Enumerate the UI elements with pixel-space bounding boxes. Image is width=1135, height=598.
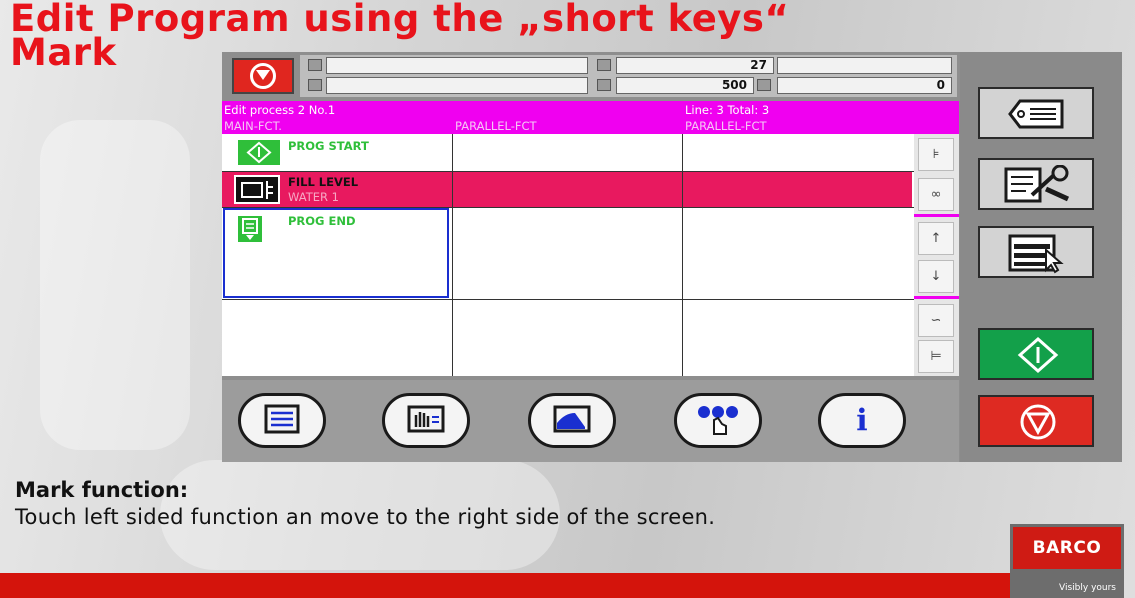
process-label: Edit process 2 No.1	[224, 103, 336, 117]
hand-select-button[interactable]	[382, 393, 470, 448]
scroll-top-button[interactable]: ⊧	[918, 138, 954, 171]
curve-icon	[551, 403, 593, 439]
touch-dots-button[interactable]	[674, 393, 762, 448]
readout-field	[777, 57, 952, 74]
scroll-unlink-button[interactable]: ∽	[918, 304, 954, 337]
counter-icon	[308, 59, 322, 71]
emergency-stop-indicator[interactable]	[232, 58, 294, 94]
tag-icon	[1008, 99, 1064, 129]
editor-header: Edit process 2 No.1 Line: 3 Total: 3 MAI…	[222, 101, 959, 134]
status-readouts: 27 500 0	[300, 55, 957, 97]
function-label[interactable]: PROG END	[288, 214, 356, 228]
program-editor: PROG START FILL LEVEL WATER 1 PROG END ⊧…	[222, 134, 959, 376]
mark-function-heading: Mark function:	[15, 478, 189, 502]
scroll-down-button[interactable]: ↓	[918, 260, 954, 293]
edit-tool-button[interactable]	[978, 158, 1094, 210]
scroll-column: ⊧ ∞ ↑ ↓ ∽ ⊨	[914, 134, 959, 376]
edit-tool-icon	[1004, 165, 1070, 203]
rpm-icon	[757, 79, 771, 91]
readout-field	[326, 57, 588, 74]
barco-logo: BARCO Visibly yours	[1010, 524, 1124, 598]
scroll-bottom-button[interactable]: ⊨	[918, 340, 954, 373]
function-label[interactable]: PROG START	[288, 139, 369, 153]
touch-dots-icon	[694, 402, 742, 440]
logo-tagline: Visibly yours	[1059, 583, 1116, 593]
column-header-main: MAIN-FCT.	[224, 119, 282, 133]
scroll-up-button[interactable]: ↑	[918, 222, 954, 255]
curve-button[interactable]	[528, 393, 616, 448]
logo-brand: BARCO	[1013, 527, 1121, 569]
info-icon: i	[856, 403, 868, 438]
readout-field	[326, 77, 588, 94]
stop-button[interactable]	[978, 395, 1094, 447]
form-pointer-button[interactable]	[978, 226, 1094, 278]
instruction-text: Touch left sided function an move to the…	[15, 505, 716, 529]
prog-end-icon[interactable]	[236, 214, 264, 244]
volume-icon	[597, 79, 611, 91]
readout-value-bottom-mid: 500	[616, 77, 754, 94]
scroll-link-button[interactable]: ∞	[918, 178, 954, 211]
function-toolbar: i	[222, 380, 959, 462]
timer-icon	[308, 79, 322, 91]
line-counter: Line: 3 Total: 3	[685, 103, 770, 117]
tag-button[interactable]	[978, 87, 1094, 139]
column-header-parallel-1: PARALLEL-FCT	[455, 119, 537, 133]
prog-start-icon[interactable]	[236, 138, 282, 167]
side-panel	[960, 52, 1122, 462]
start-button[interactable]	[978, 328, 1094, 380]
fill-level-icon[interactable]	[234, 175, 280, 204]
info-button[interactable]: i	[818, 393, 906, 448]
background-figure	[40, 120, 190, 450]
readout-value-top: 27	[616, 57, 774, 74]
hand-select-icon	[405, 403, 447, 439]
footer-bar	[0, 573, 1010, 598]
column-header-parallel-2: PARALLEL-FCT	[685, 119, 767, 133]
list-icon	[262, 403, 302, 439]
start-icon	[1017, 336, 1059, 374]
readout-value-bottom-right: 0	[777, 77, 952, 94]
function-label[interactable]: FILL LEVEL	[288, 175, 358, 189]
function-sublabel: WATER 1	[288, 190, 339, 204]
level-icon	[597, 59, 611, 71]
list-button[interactable]	[238, 393, 326, 448]
stop-icon	[1020, 404, 1056, 440]
form-pointer-icon	[1008, 234, 1064, 274]
